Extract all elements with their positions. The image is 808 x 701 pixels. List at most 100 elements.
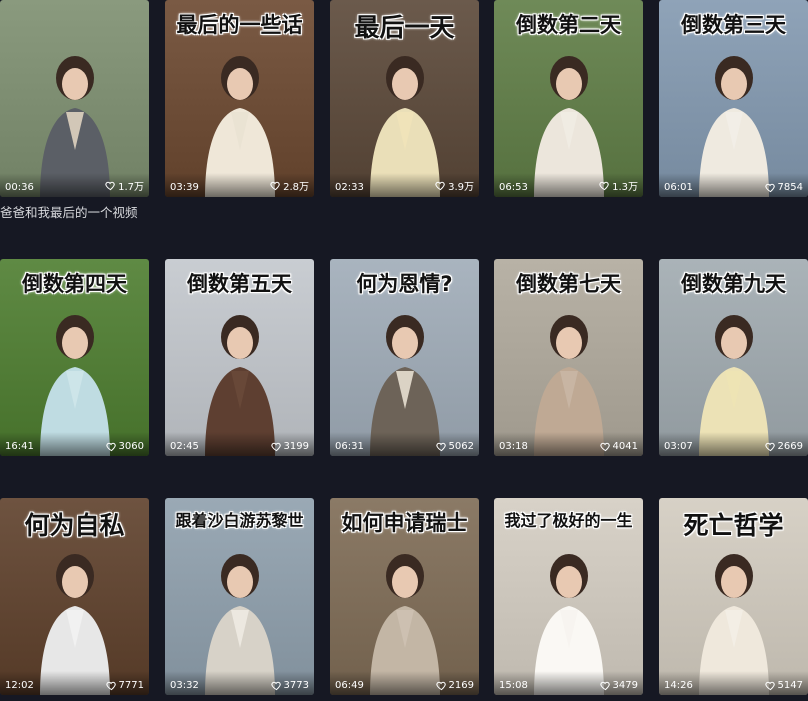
heart-icon bbox=[270, 442, 281, 452]
like-count: 2169 bbox=[435, 680, 474, 691]
video-card[interactable]: 倒数第四天 16:41 3060 bbox=[0, 259, 149, 462]
video-duration: 14:26 bbox=[664, 680, 693, 691]
like-count: 3199 bbox=[270, 441, 309, 452]
thumbnail-title: 倒数第四天 bbox=[22, 272, 127, 296]
like-count-value: 1.3万 bbox=[612, 182, 638, 193]
video-meta: 06:53 1.3万 bbox=[494, 173, 643, 197]
video-card[interactable]: 何为自私 12:02 7771 bbox=[0, 498, 149, 701]
video-card[interactable]: 倒数第三天 06:01 7854 bbox=[659, 0, 808, 203]
thumbnail-title: 如何申请瑞士 bbox=[341, 511, 468, 535]
like-count-value: 3479 bbox=[612, 680, 638, 691]
thumbnail-title: 我过了极好的一生 bbox=[504, 511, 633, 530]
video-card[interactable]: 如何申请瑞士 06:49 2169 bbox=[330, 498, 479, 701]
video-thumbnail[interactable]: 倒数第九天 03:07 2669 bbox=[659, 259, 808, 456]
video-duration: 16:41 bbox=[5, 441, 34, 452]
like-count-value: 5147 bbox=[777, 680, 803, 691]
video-card[interactable]: 倒数第五天 02:45 3199 bbox=[165, 259, 314, 462]
video-thumbnail[interactable]: 我过了极好的一生 15:08 3479 bbox=[494, 498, 643, 695]
video-duration: 03:32 bbox=[170, 680, 199, 691]
video-card[interactable]: 倒数第七天 03:18 4041 bbox=[494, 259, 643, 462]
video-grid: 00:36 1.7万 爸爸和我最后的一个视频 最后的一些话 03:39 2.8万… bbox=[0, 0, 808, 695]
video-meta: 03:39 2.8万 bbox=[165, 173, 314, 197]
thumbnail-title: 何为恩情? bbox=[356, 272, 453, 296]
thumbnail-title: 倒数第九天 bbox=[681, 272, 786, 296]
like-count: 2.8万 bbox=[270, 178, 309, 193]
like-count-value: 3199 bbox=[283, 441, 309, 452]
video-meta: 15:08 3479 bbox=[494, 671, 643, 695]
video-duration: 06:31 bbox=[335, 441, 364, 452]
heart-icon bbox=[105, 181, 115, 191]
video-card[interactable]: 00:36 1.7万 爸爸和我最后的一个视频 bbox=[0, 0, 149, 222]
like-count: 7771 bbox=[105, 680, 144, 691]
like-count: 4041 bbox=[599, 441, 638, 452]
like-count-value: 1.7万 bbox=[118, 182, 144, 193]
video-duration: 15:08 bbox=[499, 680, 528, 691]
video-card[interactable]: 我过了极好的一生 15:08 3479 bbox=[494, 498, 643, 701]
video-meta: 12:02 7771 bbox=[0, 671, 149, 695]
video-duration: 02:33 bbox=[335, 182, 364, 193]
video-card[interactable]: 最后一天 02:33 3.9万 bbox=[330, 0, 479, 203]
video-duration: 06:49 bbox=[335, 680, 364, 691]
like-count: 2669 bbox=[764, 441, 803, 452]
video-card[interactable]: 何为恩情? 06:31 5062 bbox=[330, 259, 479, 462]
video-card[interactable]: 倒数第二天 06:53 1.3万 bbox=[494, 0, 643, 203]
thumbnail-title: 倒数第五天 bbox=[187, 272, 292, 296]
video-card[interactable]: 跟着沙白游苏黎世 03:32 3773 bbox=[165, 498, 314, 701]
heart-icon bbox=[270, 681, 281, 691]
video-meta: 00:36 1.7万 bbox=[0, 173, 149, 197]
video-thumbnail[interactable]: 何为恩情? 06:31 5062 bbox=[330, 259, 479, 456]
video-thumbnail[interactable]: 如何申请瑞士 06:49 2169 bbox=[330, 498, 479, 695]
thumbnail-title: 倒数第七天 bbox=[516, 272, 621, 296]
video-thumbnail[interactable]: 倒数第七天 03:18 4041 bbox=[494, 259, 643, 456]
video-duration: 03:18 bbox=[499, 441, 528, 452]
heart-icon bbox=[105, 681, 116, 691]
video-thumbnail[interactable]: 00:36 1.7万 bbox=[0, 0, 149, 197]
video-card[interactable]: 倒数第九天 03:07 2669 bbox=[659, 259, 808, 462]
video-caption[interactable]: 爸爸和我最后的一个视频 bbox=[0, 203, 149, 222]
heart-icon bbox=[105, 442, 116, 452]
heart-icon bbox=[599, 442, 610, 452]
video-thumbnail[interactable]: 何为自私 12:02 7771 bbox=[0, 498, 149, 695]
video-thumbnail[interactable]: 最后的一些话 03:39 2.8万 bbox=[165, 0, 314, 197]
thumbnail-title: 死亡哲学 bbox=[683, 511, 784, 540]
like-count: 1.7万 bbox=[105, 178, 144, 193]
like-count-value: 2669 bbox=[777, 441, 803, 452]
video-meta: 06:31 5062 bbox=[330, 432, 479, 456]
like-count: 5062 bbox=[435, 441, 474, 452]
like-count: 3479 bbox=[599, 680, 638, 691]
video-card[interactable]: 死亡哲学 14:26 5147 bbox=[659, 498, 808, 701]
video-thumbnail[interactable]: 倒数第二天 06:53 1.3万 bbox=[494, 0, 643, 197]
like-count-value: 2.8万 bbox=[283, 182, 309, 193]
video-thumbnail[interactable]: 倒数第五天 02:45 3199 bbox=[165, 259, 314, 456]
like-count-value: 3773 bbox=[283, 680, 309, 691]
like-count-value: 7771 bbox=[118, 680, 144, 691]
video-duration: 02:45 bbox=[170, 441, 199, 452]
heart-icon bbox=[764, 183, 775, 193]
thumbnail-person bbox=[0, 0, 149, 197]
like-count: 3.9万 bbox=[435, 178, 474, 193]
heart-icon bbox=[435, 681, 446, 691]
heart-icon bbox=[599, 181, 609, 191]
video-meta: 03:18 4041 bbox=[494, 432, 643, 456]
video-thumbnail[interactable]: 跟着沙白游苏黎世 03:32 3773 bbox=[165, 498, 314, 695]
like-count-value: 4041 bbox=[612, 441, 638, 452]
like-count: 7854 bbox=[764, 182, 803, 193]
video-thumbnail[interactable]: 死亡哲学 14:26 5147 bbox=[659, 498, 808, 695]
heart-icon bbox=[435, 181, 445, 191]
video-thumbnail[interactable]: 最后一天 02:33 3.9万 bbox=[330, 0, 479, 197]
heart-icon bbox=[435, 442, 446, 452]
like-count-value: 7854 bbox=[777, 182, 803, 193]
video-meta: 03:32 3773 bbox=[165, 671, 314, 695]
video-meta: 03:07 2669 bbox=[659, 432, 808, 456]
heart-icon bbox=[764, 681, 775, 691]
thumbnail-title: 倒数第二天 bbox=[516, 13, 621, 37]
like-count: 5147 bbox=[764, 680, 803, 691]
video-card[interactable]: 最后的一些话 03:39 2.8万 bbox=[165, 0, 314, 203]
thumbnail-title: 最后的一些话 bbox=[176, 13, 303, 37]
video-thumbnail[interactable]: 倒数第三天 06:01 7854 bbox=[659, 0, 808, 197]
like-count-value: 5062 bbox=[448, 441, 474, 452]
like-count: 1.3万 bbox=[599, 178, 638, 193]
thumbnail-title: 跟着沙白游苏黎世 bbox=[175, 511, 304, 530]
video-meta: 14:26 5147 bbox=[659, 671, 808, 695]
video-thumbnail[interactable]: 倒数第四天 16:41 3060 bbox=[0, 259, 149, 456]
